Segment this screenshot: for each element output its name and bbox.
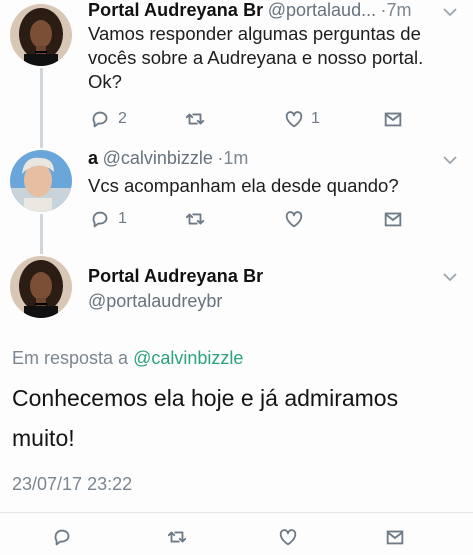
reply-button[interactable] xyxy=(52,526,74,548)
like-icon xyxy=(285,111,303,128)
reply-to-label: Em resposta a xyxy=(12,348,129,368)
tweet-author-handle[interactable]: @calvinbizzle xyxy=(103,148,213,168)
tweet-text-line: Vcs acompanham ela desde quando? xyxy=(88,175,399,196)
retweet-button[interactable] xyxy=(184,208,206,230)
reply-button[interactable]: 1 xyxy=(90,208,127,230)
like-count: 1 xyxy=(311,110,320,127)
tweet-text-line: vocês sobre a Audreyana e nosso portal. xyxy=(88,47,424,68)
tweet-text-line: Vamos responder algumas perguntas de xyxy=(88,23,421,44)
tweet-text-line: Ok? xyxy=(88,71,122,92)
dm-icon xyxy=(386,530,404,545)
tweet-time[interactable]: 1m xyxy=(223,148,248,168)
thread-line xyxy=(40,68,43,148)
like-button[interactable]: 1 xyxy=(283,108,320,130)
reply-count: 1 xyxy=(118,210,127,227)
retweet-icon xyxy=(185,113,205,125)
like-button[interactable] xyxy=(277,526,299,548)
avatar[interactable] xyxy=(10,256,72,318)
chevron-down-icon[interactable] xyxy=(442,7,458,17)
like-button[interactable] xyxy=(283,208,305,230)
reply-icon xyxy=(54,529,70,546)
focused-text-line: Conhecemos ela hoje e já admiramos xyxy=(12,385,399,411)
like-icon xyxy=(279,529,297,546)
focused-author-name[interactable]: Portal Audreyana Br xyxy=(88,266,263,287)
retweet-icon xyxy=(185,213,205,225)
chevron-down-icon[interactable] xyxy=(442,272,458,282)
tweet-datetime[interactable]: 23/07/17 23:22 xyxy=(12,474,132,495)
reply-icon xyxy=(92,111,108,128)
dm-button[interactable] xyxy=(382,208,404,230)
like-icon xyxy=(285,211,303,228)
reply-to-mention[interactable]: @calvinbizzle xyxy=(133,348,243,368)
reply-button[interactable]: 2 xyxy=(90,108,127,130)
avatar[interactable] xyxy=(10,4,72,66)
reply-icon xyxy=(92,211,108,228)
tweet-author-name[interactable]: Portal Audreyana Br xyxy=(88,0,263,20)
dm-icon xyxy=(384,112,402,127)
avatar[interactable] xyxy=(10,150,72,212)
tweet-time[interactable]: 7m xyxy=(387,0,412,20)
reply-count: 2 xyxy=(118,110,127,127)
retweet-icon xyxy=(167,531,187,543)
divider xyxy=(0,512,473,513)
thread-line xyxy=(40,214,43,254)
tweet-author-handle[interactable]: @portalaud... xyxy=(268,0,376,20)
focused-author-handle[interactable]: @portalaudreybr xyxy=(88,291,263,312)
chevron-down-icon[interactable] xyxy=(442,155,458,165)
dm-button[interactable] xyxy=(384,526,406,548)
dm-icon xyxy=(384,212,402,227)
tweet-author-name[interactable]: a xyxy=(88,148,98,168)
retweet-button[interactable] xyxy=(184,108,206,130)
focused-text-line: muito! xyxy=(12,425,75,451)
dm-button[interactable] xyxy=(382,108,404,130)
retweet-button[interactable] xyxy=(166,526,188,548)
